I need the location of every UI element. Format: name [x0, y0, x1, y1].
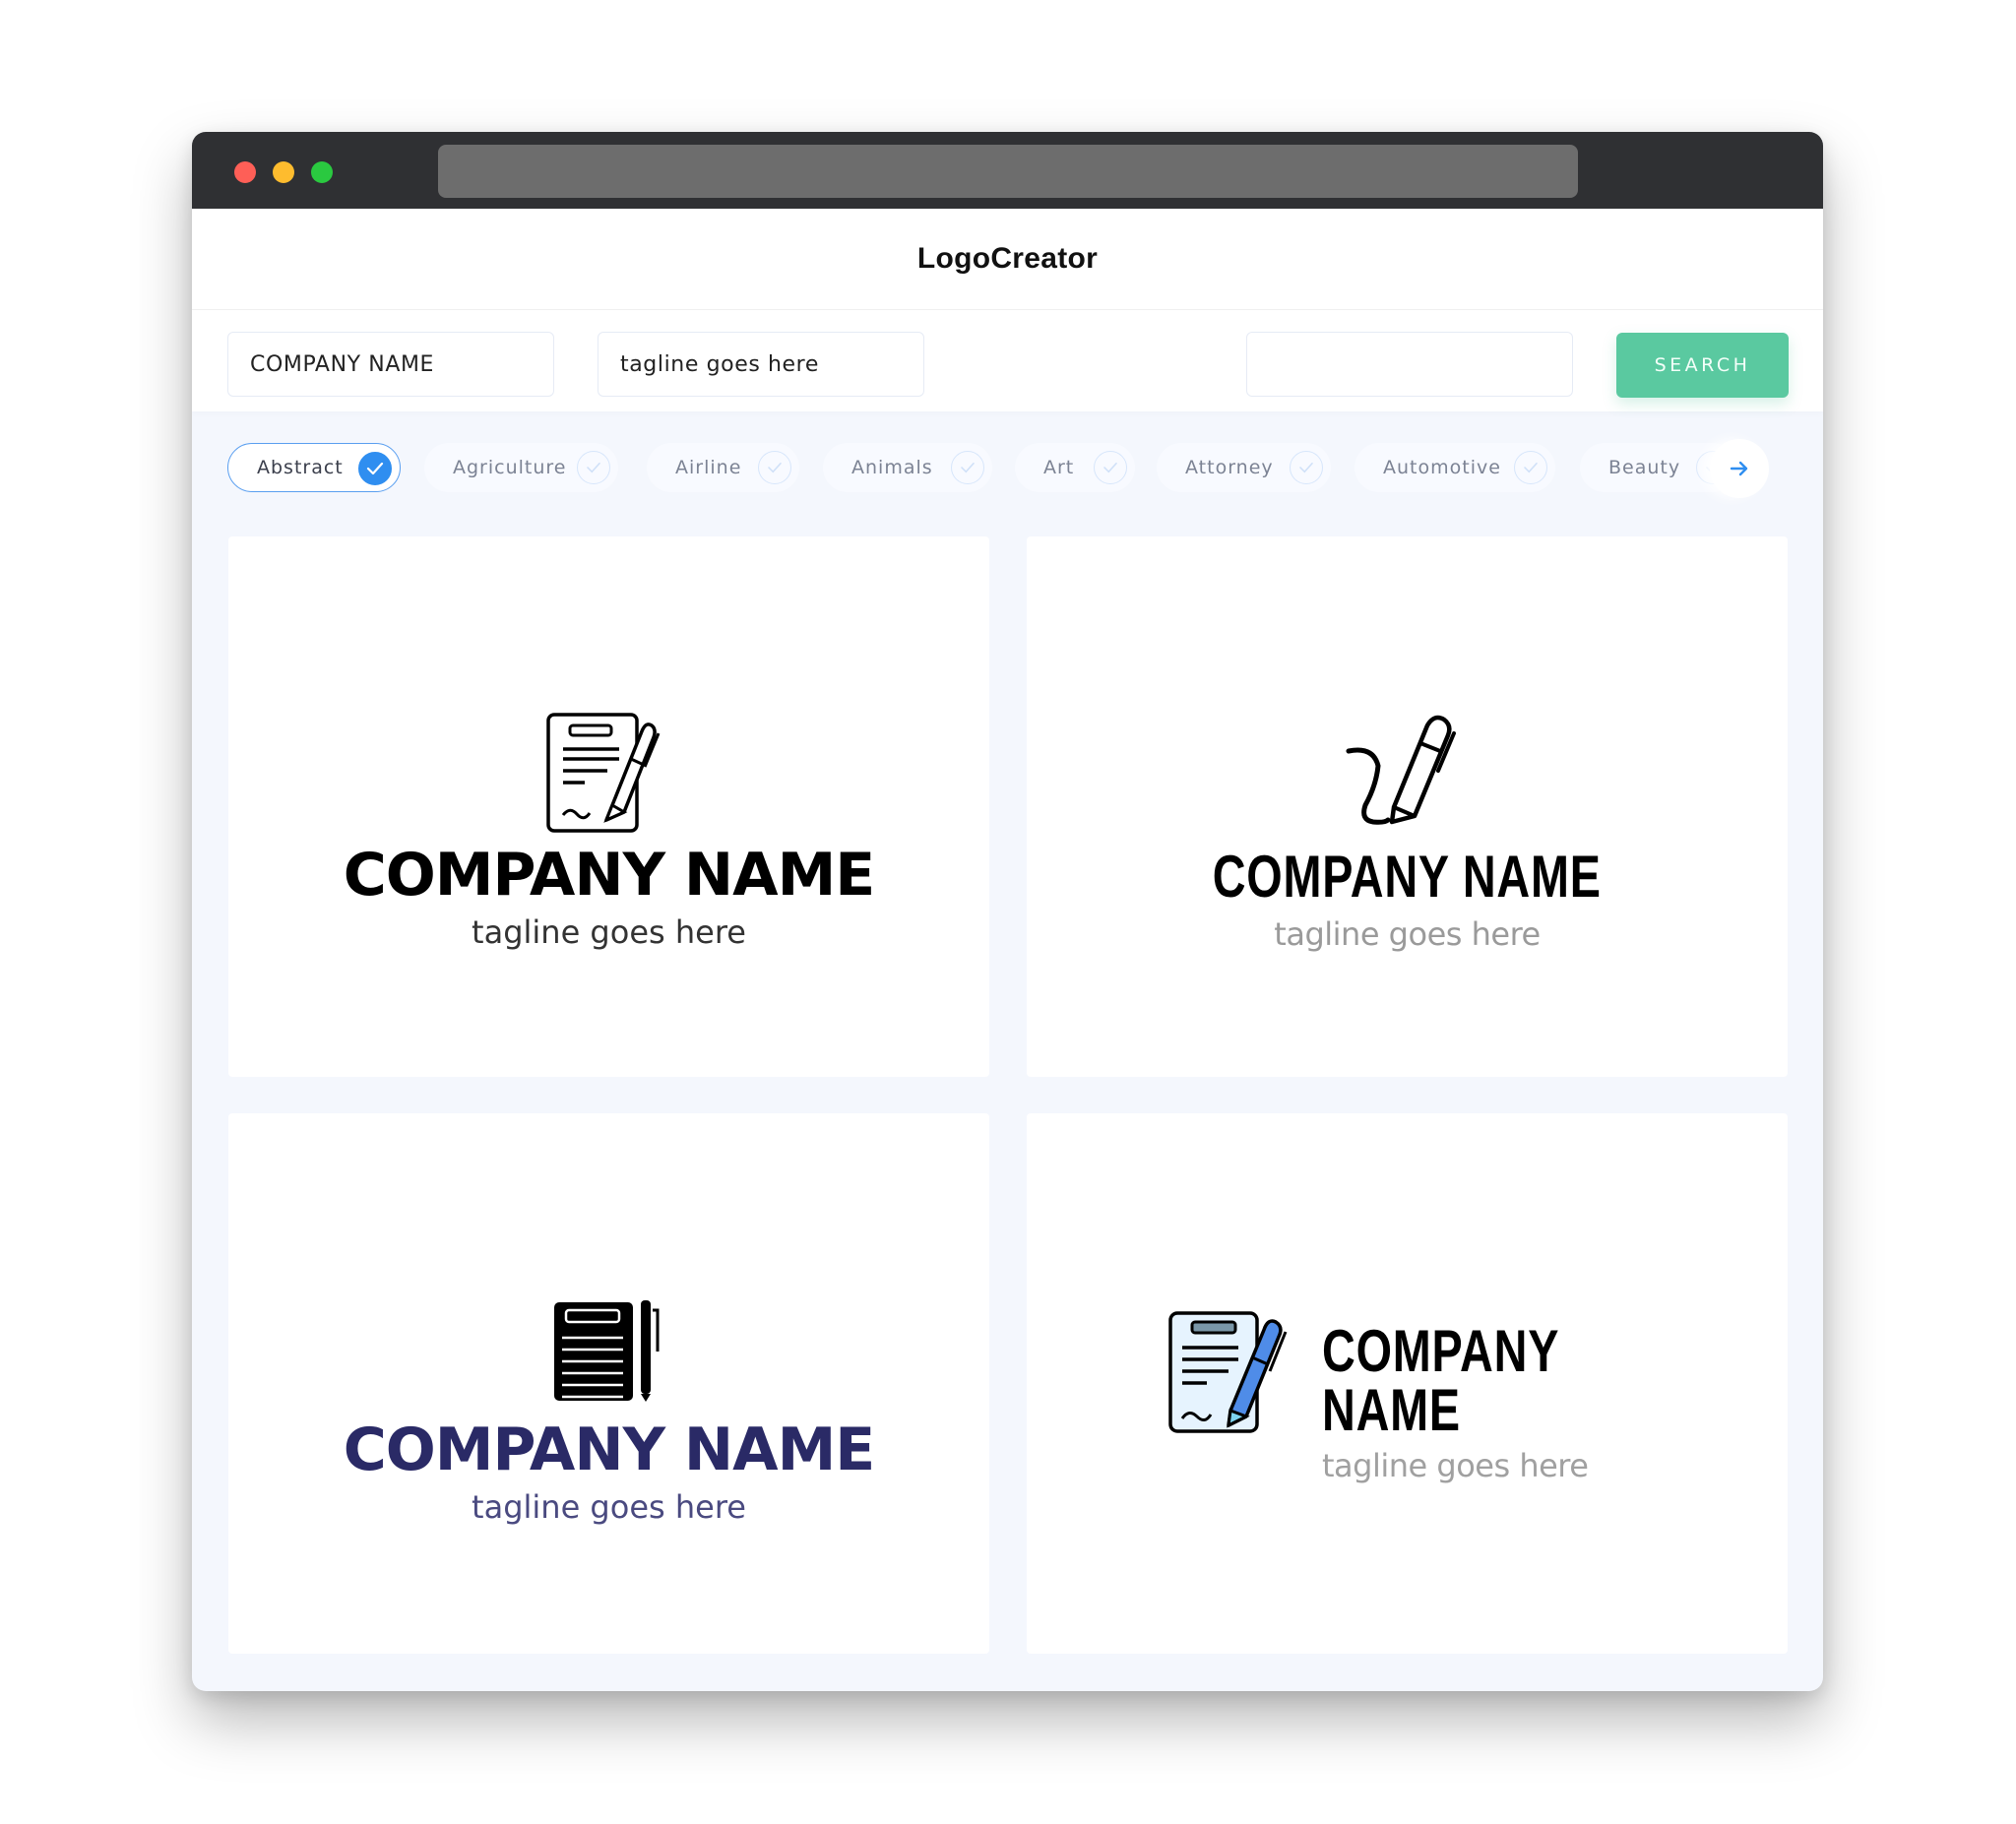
- arrow-right-icon: [1730, 461, 1748, 476]
- check-icon: [358, 452, 392, 485]
- category-chip-airline[interactable]: Airline: [647, 443, 799, 492]
- category-chip-label: Art: [1043, 457, 1075, 478]
- category-chip-art[interactable]: Art: [1015, 443, 1135, 492]
- category-filter-bar: Abstract Agriculture Airline Animals Art: [192, 411, 1823, 520]
- category-chip-label: Attorney: [1185, 457, 1274, 478]
- category-chip-label: Automotive: [1383, 457, 1501, 478]
- pen-signature-icon: [1346, 715, 1456, 825]
- check-icon: [1514, 451, 1547, 484]
- logo-company-name: COMPANY NAME: [1212, 844, 1603, 910]
- app-title: LogoCreator: [916, 242, 1099, 275]
- check-icon: [1094, 451, 1127, 484]
- logo-tagline: tagline goes here: [1274, 915, 1541, 953]
- logo-tagline: tagline goes here: [472, 1488, 746, 1526]
- close-window-button[interactable]: [234, 161, 256, 183]
- maximize-window-button[interactable]: [311, 161, 333, 183]
- check-icon: [951, 451, 984, 484]
- next-categories-button[interactable]: [1710, 439, 1769, 498]
- browser-window: LogoCreator COMPANY NAME tagline goes he…: [192, 132, 1823, 1691]
- logo-company-name: COMPANY NAME: [343, 841, 876, 910]
- category-chip-label: Agriculture: [453, 457, 567, 478]
- logo-company-name: COMPANY NAME: [1322, 1318, 1559, 1443]
- logo-tagline: tagline goes here: [472, 913, 746, 951]
- title-bar: [192, 132, 1823, 209]
- category-chip-label: Abstract: [257, 457, 344, 478]
- category-chip-automotive[interactable]: Automotive: [1354, 443, 1555, 492]
- logo-card[interactable]: COMPANY NAME tagline goes here: [1027, 536, 1788, 1077]
- category-chip-animals[interactable]: Animals: [823, 443, 992, 492]
- logo-card[interactable]: COMPANY NAME tagline goes here: [228, 1113, 989, 1654]
- category-chip-agriculture[interactable]: Agriculture: [424, 443, 618, 492]
- document-pen-solid-icon: [553, 1300, 659, 1402]
- category-chip-abstract[interactable]: Abstract: [227, 443, 401, 492]
- check-icon: [758, 451, 791, 484]
- address-bar[interactable]: [438, 145, 1578, 198]
- keyword-input[interactable]: [1246, 332, 1573, 397]
- logo-card[interactable]: COMPANY NAME tagline goes here: [1027, 1113, 1788, 1654]
- document-pen-outline-icon: [545, 713, 660, 833]
- logo-tagline: tagline goes here: [1322, 1447, 1589, 1484]
- category-chip-attorney[interactable]: Attorney: [1157, 443, 1331, 492]
- check-icon: [577, 451, 610, 484]
- category-chip-label: Animals: [851, 457, 933, 478]
- search-bar: COMPANY NAME tagline goes here SEARCH: [192, 310, 1823, 411]
- app-header: LogoCreator: [192, 209, 1823, 310]
- minimize-window-button[interactable]: [273, 161, 294, 183]
- category-chip-label: Beauty: [1608, 457, 1681, 478]
- tagline-input[interactable]: tagline goes here: [598, 332, 924, 397]
- logo-company-name: COMPANY NAME: [343, 1415, 876, 1484]
- search-button[interactable]: SEARCH: [1616, 333, 1789, 398]
- company-name-input[interactable]: COMPANY NAME: [227, 332, 554, 397]
- check-icon: [1290, 451, 1323, 484]
- category-chip-label: Airline: [675, 457, 742, 478]
- logo-card[interactable]: COMPANY NAME tagline goes here: [228, 536, 989, 1077]
- document-pen-color-icon: [1168, 1311, 1288, 1433]
